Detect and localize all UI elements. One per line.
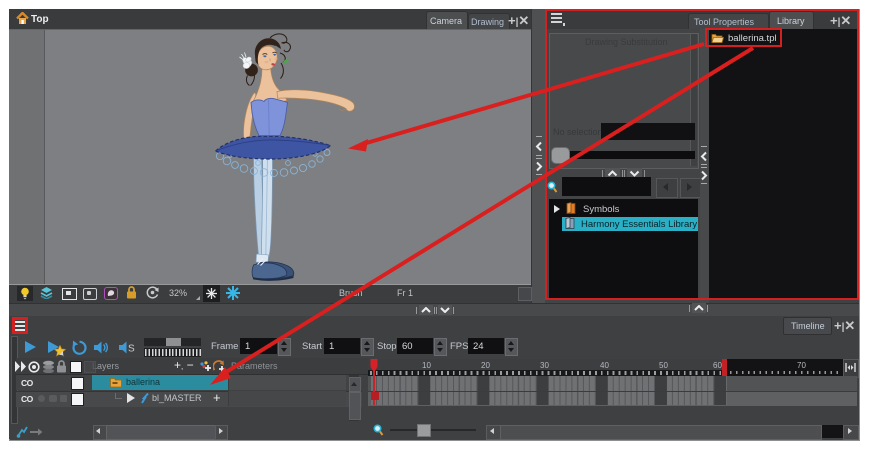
svg-text:S: S xyxy=(128,344,135,355)
